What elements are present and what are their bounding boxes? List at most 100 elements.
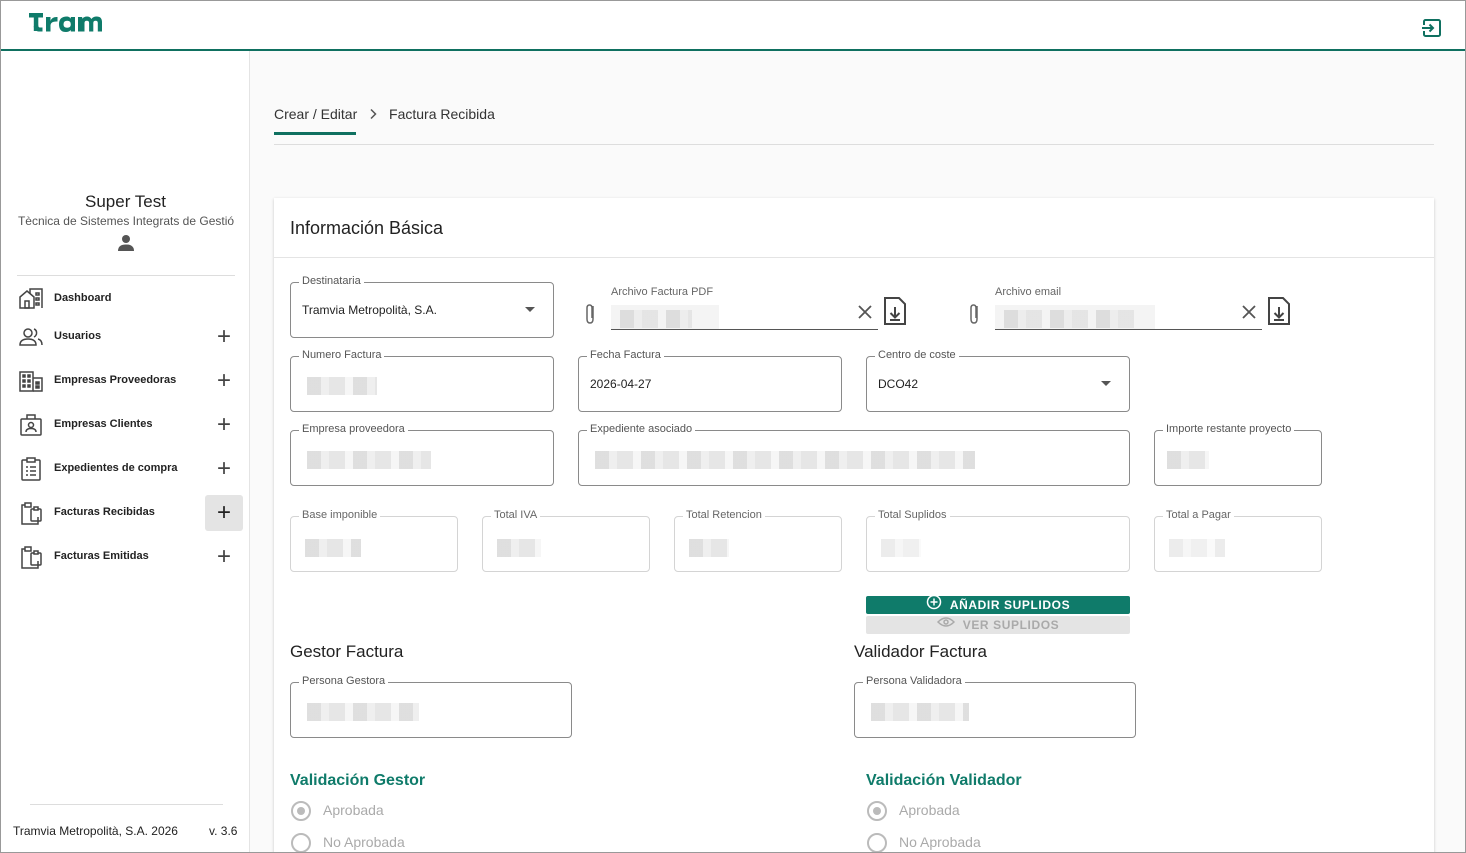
paperclip-icon[interactable] [580, 301, 602, 327]
file-download-icon[interactable] [1266, 296, 1290, 325]
radio-label: Aprobada [899, 802, 960, 818]
view-suplidos-button[interactable]: VER SUPLIDOS [866, 616, 1130, 634]
fecha-factura-field[interactable]: Fecha Factura 2026-04-27 [578, 349, 842, 412]
add-usuario-button[interactable]: + [205, 319, 243, 355]
destinataria-select[interactable]: Destinataria Tramvia Metropolità, S.A. [290, 275, 554, 338]
sidebar-divider [17, 275, 235, 276]
field-label: Total Suplidos [875, 509, 950, 521]
archivo-pdf-label: Archivo Factura PDF [611, 286, 714, 298]
add-empresa-proveedora-button[interactable]: + [205, 363, 243, 399]
expediente-asociado-field[interactable]: Expediente asociado [578, 423, 1130, 486]
field-label: Total a Pagar [1163, 509, 1234, 521]
radio-circle [867, 833, 887, 852]
field-label: Fecha Factura [587, 349, 664, 361]
app-window: Super Test Tècnica de Sistemes Integrats… [0, 0, 1466, 853]
field-label: Expediente asociado [587, 423, 696, 435]
redacted-value [881, 539, 921, 557]
add-factura-emitida-button[interactable]: + [205, 539, 243, 575]
building-icon [19, 369, 43, 393]
add-factura-recibida-button[interactable]: + [205, 495, 243, 531]
breadcrumb-divider [274, 144, 1434, 145]
field-label: Importe restante proyecto [1163, 423, 1295, 435]
validacion-validador-title: Validación Validador [866, 772, 1022, 789]
archivo-pdf-input[interactable] [611, 329, 878, 330]
add-suplidos-label: AÑADIR SUPLIDOS [949, 598, 1071, 612]
total-pagar-field[interactable]: Total a Pagar [1154, 509, 1322, 572]
sidebar-item-facturas-recibidas[interactable]: Facturas Recibidas + [1, 491, 250, 535]
empresa-proveedora-field[interactable]: Empresa proveedora [290, 423, 554, 486]
file-download-icon[interactable] [882, 296, 906, 325]
importe-restante-field[interactable]: Importe restante proyecto [1154, 423, 1322, 486]
close-icon[interactable] [1241, 304, 1263, 330]
card-title: Información Básica [290, 218, 444, 238]
redacted-value [620, 310, 692, 328]
chevron-down-icon [1101, 381, 1111, 386]
footer-company: Tramvia Metropolità, S.A. 2026 [13, 824, 178, 838]
breadcrumb-item-crear-editar[interactable]: Crear / Editar [274, 106, 357, 122]
users-icon [19, 325, 43, 349]
plus-circle-icon [926, 594, 942, 615]
add-expediente-button[interactable]: + [205, 451, 243, 487]
card-divider [274, 257, 1434, 258]
validador-no-aprobada-radio[interactable]: No Aprobada [867, 831, 1017, 852]
dashboard-icon [19, 287, 43, 311]
total-iva-field[interactable]: Total IVA [482, 509, 650, 572]
gestor-title: Gestor Factura [290, 642, 404, 661]
field-label: Empresa proveedora [299, 423, 408, 435]
view-suplidos-label: VER SUPLIDOS [962, 618, 1060, 632]
sidebar-item-empresas-proveedoras[interactable]: Empresas Proveedoras + [1, 359, 250, 403]
field-label: Centro de coste [875, 349, 959, 361]
sidebar-item-label: Facturas Recibidas [54, 506, 155, 518]
redacted-value [497, 539, 541, 557]
sidebar-item-empresas-clientes[interactable]: Empresas Clientes + [1, 403, 250, 447]
gestor-no-aprobada-radio[interactable]: No Aprobada [291, 831, 441, 852]
sidebar-item-expedientes-compra[interactable]: Expedientes de compra + [1, 447, 250, 491]
field-label: Total Retencion [683, 509, 765, 521]
redacted-value [1167, 451, 1209, 469]
chevron-down-icon [525, 307, 535, 312]
radio-label: No Aprobada [323, 834, 405, 850]
top-bar [1, 1, 1465, 51]
basic-info-card: Información Básica Destinataria Tramvia … [274, 198, 1434, 852]
sidebar-item-label: Expedientes de compra [54, 462, 178, 474]
paperclip-icon[interactable] [964, 301, 986, 327]
field-label: Destinataria [299, 275, 364, 287]
numero-factura-field[interactable]: Numero Factura [290, 349, 554, 412]
validador-aprobada-radio[interactable]: Aprobada [867, 799, 997, 821]
add-suplidos-button[interactable]: AÑADIR SUPLIDOS [866, 594, 1130, 615]
field-value: DCO42 [878, 377, 919, 391]
logout-icon[interactable] [1421, 17, 1443, 39]
field-label: Persona Gestora [299, 675, 389, 687]
centro-coste-select[interactable]: Centro de coste DCO42 [866, 349, 1130, 412]
add-empresa-cliente-button[interactable]: + [205, 407, 243, 443]
field-label: Base imponible [299, 509, 381, 521]
total-suplidos-field[interactable]: Total Suplidos [866, 509, 1130, 572]
field-value: 2026-04-27 [590, 377, 652, 391]
tram-logo[interactable] [29, 10, 117, 43]
breadcrumb-active-underline [274, 132, 356, 135]
field-label: Persona Validadora [863, 675, 965, 687]
archivo-email-input[interactable] [995, 329, 1262, 330]
gestor-aprobada-radio[interactable]: Aprobada [291, 799, 421, 821]
base-imponible-field[interactable]: Base imponible [290, 509, 458, 572]
clipboard-icon [19, 501, 43, 525]
sidebar-item-label: Facturas Emitidas [54, 550, 149, 562]
total-retencion-field[interactable]: Total Retencion [674, 509, 842, 572]
badge-icon [19, 413, 43, 437]
sidebar-item-label: Empresas Proveedoras [54, 374, 177, 386]
sidebar-item-usuarios[interactable]: Usuarios + [1, 315, 250, 359]
close-icon[interactable] [857, 304, 879, 330]
clipboard-icon [19, 545, 43, 569]
sidebar-item-label: Empresas Clientes [54, 418, 153, 430]
persona-validadora-field[interactable]: Persona Validadora [854, 675, 1136, 738]
persona-gestora-field[interactable]: Persona Gestora [290, 675, 572, 738]
validador-title: Validador Factura [854, 642, 987, 661]
breadcrumb-item-factura-recibida: Factura Recibida [389, 106, 495, 122]
redacted-value [689, 539, 729, 557]
field-value: Tramvia Metropolità, S.A. [302, 303, 437, 317]
redacted-value [1169, 539, 1225, 557]
sidebar-item-facturas-emitidas[interactable]: Facturas Emitidas + [1, 535, 250, 579]
radio-label: Aprobada [323, 802, 384, 818]
user-name: Super Test [85, 192, 166, 211]
redacted-value [307, 377, 377, 395]
